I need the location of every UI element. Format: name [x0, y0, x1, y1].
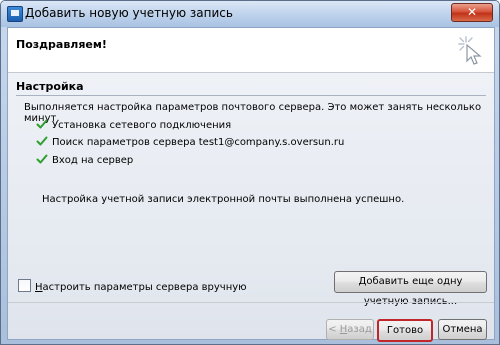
page-title: Поздравляем!: [16, 38, 107, 51]
step-item: Поиск параметров сервера test1@company.s…: [36, 136, 345, 148]
window-title: Добавить новую учетную запись: [25, 6, 233, 20]
add-another-account-button[interactable]: Добавить еще одну учетную запись...: [334, 271, 487, 307]
manual-settings-checkbox[interactable]: Настроить параметры сервера вручную: [18, 279, 247, 293]
back-arrow: <: [328, 324, 340, 335]
close-button[interactable]: ✕: [451, 3, 493, 22]
dialog-window: Добавить новую учетную запись ✕ Поздравл…: [0, 0, 500, 345]
footer-divider: [8, 302, 494, 303]
step-label: Установка сетевого подключения: [52, 120, 232, 131]
cancel-button[interactable]: Отмена: [438, 319, 487, 340]
check-icon: [36, 136, 48, 146]
step-item: Установка сетевого подключения: [36, 119, 232, 131]
dialog-body: Поздравляем! Настройка Выполняется настр…: [7, 27, 495, 342]
step-label: Вход на сервер: [52, 155, 134, 166]
mail-app-icon: [7, 6, 23, 22]
cursor-click-icon: [458, 36, 482, 65]
step-label: Поиск параметров сервера test1@company.s…: [52, 137, 345, 148]
check-icon: [36, 119, 48, 129]
back-button[interactable]: < Назад: [326, 319, 374, 340]
header-area: Поздравляем!: [8, 28, 494, 72]
check-icon: [36, 154, 48, 164]
success-message: Настройка учетной записи электронной поч…: [42, 194, 405, 205]
back-label: азад: [347, 324, 372, 335]
title-bar[interactable]: Добавить новую учетную запись ✕: [1, 1, 499, 27]
finish-button[interactable]: Готово: [377, 319, 433, 342]
step-item: Вход на сервер: [36, 154, 134, 166]
manual-accel: Н: [35, 282, 43, 293]
section-title: Настройка: [16, 80, 84, 93]
manual-label: астроить параметры сервера вручную: [42, 282, 247, 293]
settings-panel: Настройка Выполняется настройка параметр…: [8, 73, 494, 342]
section-divider: [16, 95, 486, 96]
checkbox-box[interactable]: [18, 279, 31, 292]
